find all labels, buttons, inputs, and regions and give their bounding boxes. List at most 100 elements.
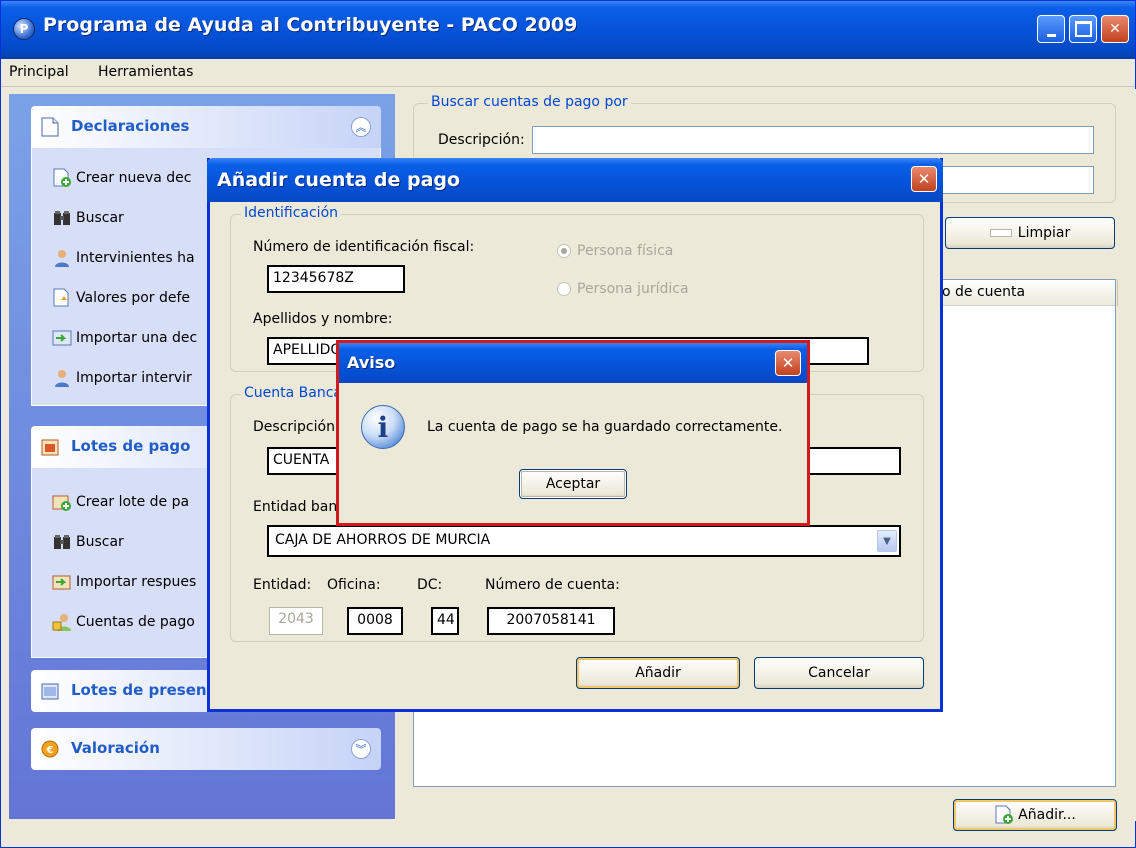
document-arrow-icon <box>53 288 69 307</box>
binoculars-icon <box>54 211 70 225</box>
new-document-icon <box>53 168 71 187</box>
group-title: Cuenta Banca <box>241 385 345 401</box>
numero-cuenta-input[interactable]: 2007058141 <box>487 607 615 635</box>
sidebar-item-importar-respuesta[interactable]: Importar respues <box>52 570 196 594</box>
payment-batch-icon <box>41 439 59 456</box>
radio-dot <box>557 282 571 296</box>
section-title: Valoración <box>71 739 160 757</box>
nif-input[interactable]: 12345678Z <box>267 265 405 293</box>
entidad-code-input: 2043 <box>269 607 323 635</box>
message-close-button[interactable]: ✕ <box>775 350 801 376</box>
nif-label: Número de identificación fiscal: <box>253 239 475 255</box>
menu-herramientas[interactable]: Herramientas <box>98 64 193 80</box>
chevron-down-icon[interactable]: ▼ <box>877 530 897 552</box>
menu-principal[interactable]: Principal <box>9 64 69 80</box>
sidebar-item-crear-declaracion[interactable]: Crear nueva dec <box>52 166 192 190</box>
maximize-button[interactable] <box>1069 15 1097 43</box>
oficina-label: Oficina: <box>327 577 381 593</box>
add-account-button[interactable]: Añadir... <box>953 799 1117 831</box>
app-logo-icon: P <box>13 18 35 40</box>
limpiar-button[interactable]: Limpiar <box>945 217 1115 249</box>
search-descripcion-input[interactable] <box>532 126 1094 154</box>
title-bar[interactable]: P Programa de Ayuda al Contribuyente - P… <box>1 1 1135 59</box>
dc-label: DC: <box>417 577 443 593</box>
info-icon: i <box>361 405 405 449</box>
person-icon <box>55 250 69 267</box>
import-batch-icon <box>52 575 71 590</box>
sidebar-item-cuentas-pago[interactable]: Cuentas de pago <box>52 610 195 634</box>
message-text: La cuenta de pago se ha guardado correct… <box>427 419 783 435</box>
chevron-down-icon[interactable]: ︾ <box>351 739 371 759</box>
group-title: Buscar cuentas de pago por <box>428 94 631 110</box>
entidad-bancaria-select[interactable]: CAJA DE AHORROS DE MURCIA ▼ <box>267 525 901 557</box>
presentation-batch-icon <box>41 683 59 700</box>
sidebar-item-importar-intervinientes[interactable]: Importar intervir <box>52 366 192 390</box>
entidad-bancaria-value: CAJA DE AHORROS DE MURCIA <box>275 532 491 548</box>
dialog-add-label: Añadir <box>635 665 681 681</box>
close-button[interactable]: ✕ <box>1101 15 1129 43</box>
entidad-bancaria-label: Entidad ban <box>253 499 338 515</box>
person-icon <box>55 370 69 387</box>
entidad-label: Entidad: <box>253 577 312 593</box>
new-document-icon <box>995 805 1014 824</box>
sidebar-item-importar-declaracion[interactable]: Importar una dec <box>52 326 197 350</box>
sidebar-item-label: Importar una dec <box>76 330 198 346</box>
dialog-title: Añadir cuenta de pago <box>217 169 461 191</box>
dialog-cancel-label: Cancelar <box>808 665 870 681</box>
sidebar-item-label: Crear nueva dec <box>76 170 192 186</box>
sidebar-item-intervinientes[interactable]: Intervinientes ha <box>52 246 195 270</box>
sidebar-item-buscar-lote[interactable]: Buscar <box>52 530 124 554</box>
dialog-cancel-button[interactable]: Cancelar <box>754 657 924 689</box>
dc-code-input[interactable]: 44 <box>431 607 459 635</box>
descripcion-label: Descripción: <box>438 132 525 148</box>
sidebar-item-label: Crear lote de pa <box>76 494 190 510</box>
radio-label: Persona física <box>577 243 674 259</box>
aceptar-label: Aceptar <box>545 476 601 492</box>
document-icon <box>41 117 59 137</box>
binoculars-icon <box>54 535 70 549</box>
aviso-message-box: Aviso ✕ i La cuenta de pago se ha guarda… <box>336 340 810 526</box>
message-title: Aviso <box>347 353 396 372</box>
column-header-numero-cuenta[interactable]: o de cuenta <box>942 284 1025 300</box>
menu-bar: Principal Herramientas <box>1 59 1135 87</box>
aceptar-button[interactable]: Aceptar <box>519 469 627 499</box>
new-batch-icon <box>52 495 71 511</box>
chevron-up-icon[interactable]: ︽ <box>351 117 371 137</box>
apellidos-label: Apellidos y nombre: <box>253 311 393 327</box>
window-title: Programa de Ayuda al Contribuyente - PAC… <box>43 14 578 36</box>
import-icon <box>52 330 72 346</box>
sidebar-item-label: Valores por defe <box>76 290 191 306</box>
radio-label: Persona jurídica <box>577 281 689 297</box>
section-title: Lotes de pago <box>71 437 191 455</box>
accounts-icon <box>52 614 71 631</box>
sidebar-item-label: Importar respues <box>76 574 197 590</box>
sidebar-item-valores-defecto[interactable]: Valores por defe <box>52 286 190 310</box>
svg-text:€: € <box>46 745 54 756</box>
radio-persona-fisica[interactable]: Persona física <box>557 243 673 259</box>
eraser-icon <box>989 229 1012 237</box>
sidebar-item-buscar[interactable]: Buscar <box>52 206 124 230</box>
column-divider[interactable] <box>1117 280 1118 306</box>
sidebar-item-label: Cuentas de pago <box>76 614 195 630</box>
dialog-add-button[interactable]: Añadir <box>576 657 740 689</box>
section-header-declaraciones[interactable]: Declaraciones ︽ <box>31 106 381 148</box>
numero-cuenta-label: Número de cuenta: <box>485 577 620 593</box>
sidebar-item-crear-lote[interactable]: Crear lote de pa <box>52 490 189 514</box>
oficina-code-input[interactable]: 0008 <box>347 607 403 635</box>
dialog-title-bar[interactable]: Añadir cuenta de pago ✕ <box>207 158 943 202</box>
message-title-bar[interactable]: Aviso ✕ <box>339 343 807 383</box>
sidebar-item-label: Buscar <box>76 534 124 550</box>
descripcion-label: Descripción: <box>253 419 340 435</box>
minimize-button[interactable] <box>1037 15 1065 43</box>
section-header-valoracion[interactable]: € Valoración ︾ <box>31 728 381 770</box>
radio-dot-selected <box>557 244 571 258</box>
group-title: Identificación <box>241 205 342 221</box>
sidebar-item-label: Buscar <box>76 210 124 226</box>
sidebar-item-label: Intervinientes ha <box>76 250 195 266</box>
limpiar-label: Limpiar <box>1017 225 1071 241</box>
dialog-close-button[interactable]: ✕ <box>911 166 937 192</box>
section-title: Lotes de presen <box>71 681 207 699</box>
coin-icon: € <box>41 740 59 758</box>
sidebar-item-label: Importar intervir <box>76 370 192 386</box>
radio-persona-juridica[interactable]: Persona jurídica <box>557 281 689 297</box>
